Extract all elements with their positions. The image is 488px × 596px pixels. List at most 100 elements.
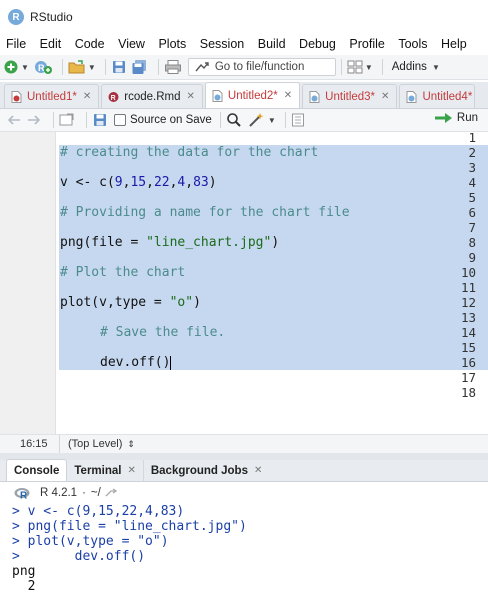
line-number: 18 — [460, 385, 476, 400]
code-number: 9 — [114, 175, 123, 190]
menu-view[interactable]: View — [118, 37, 145, 51]
save-all-button[interactable] — [131, 58, 149, 76]
save-button[interactable] — [111, 58, 127, 76]
console-output[interactable]: > v <- c(9,15,22,4,83) > png(file = "lin… — [0, 504, 488, 596]
chevron-down-icon[interactable]: ▼ — [268, 116, 276, 125]
search-icon[interactable] — [226, 112, 242, 128]
tab-untitled2[interactable]: Untitled2* ✕ — [204, 82, 301, 108]
menu-code[interactable]: Code — [75, 37, 105, 51]
menu-plots[interactable]: Plots — [158, 37, 186, 51]
code-line: # Save the file. — [100, 325, 226, 340]
magic-wand-icon[interactable] — [248, 112, 266, 128]
console-line: > plot(v,type = "o") — [12, 534, 169, 549]
line-number: 13 — [460, 310, 476, 325]
close-icon[interactable]: ✕ — [127, 465, 135, 476]
close-icon[interactable]: ✕ — [254, 465, 262, 476]
run-button[interactable]: Run — [434, 112, 478, 124]
pane-layout-button[interactable]: ▼ — [347, 58, 373, 76]
print-icon — [164, 60, 181, 74]
r-script-icon — [309, 90, 320, 103]
menu-file[interactable]: File — [6, 37, 26, 51]
code-token: dev.off() — [100, 355, 171, 370]
tab-label: Untitled2* — [227, 89, 278, 102]
line-number: 9 — [468, 250, 476, 265]
tab-console[interactable]: Console — [6, 459, 68, 481]
code-token: plot(v,type = — [60, 295, 170, 310]
code-line: png(file = "line_chart.jpg") — [60, 235, 279, 250]
print-button[interactable] — [164, 58, 182, 76]
editor-toolbar: Source on Save ▼ Run — [0, 109, 488, 132]
code-string: "o" — [169, 295, 194, 310]
code-line: # Providing a name for the chart file — [60, 205, 350, 220]
menu-session[interactable]: Session — [200, 37, 244, 51]
document-outline-icon[interactable] — [291, 113, 305, 127]
close-icon[interactable]: ✕ — [284, 90, 292, 101]
back-arrow-icon[interactable] — [6, 114, 22, 126]
pane-splitter[interactable] — [0, 453, 488, 460]
code-editor[interactable]: 1 2 3 4 5 6 7 8 9 10 11 12 13 14 15 16 1… — [0, 130, 488, 434]
go-to-arrow-icon — [195, 62, 209, 72]
addins-button[interactable]: Addins ▼ — [392, 61, 440, 73]
go-to-file-placeholder: Go to file/function — [214, 61, 305, 73]
line-number: 10 — [460, 265, 476, 280]
code-token: v <- c( — [60, 175, 115, 190]
menu-debug[interactable]: Debug — [299, 37, 336, 51]
source-on-save-label: Source on Save — [130, 114, 212, 126]
toolbar-divider — [53, 112, 54, 128]
show-in-window-icon[interactable] — [59, 113, 75, 127]
close-icon[interactable]: ✕ — [381, 91, 389, 102]
menu-tools[interactable]: Tools — [398, 37, 427, 51]
tab-untitled4[interactable]: Untitled4* — [399, 84, 476, 108]
code-number: 4 — [177, 175, 186, 190]
tab-rcode-rmd[interactable]: R rcode.Rmd ✕ — [101, 84, 203, 108]
tab-terminal[interactable]: Terminal ✕ — [67, 460, 144, 481]
line-number: 15 — [460, 340, 476, 355]
save-all-icon — [132, 60, 146, 74]
go-to-directory-icon[interactable] — [105, 488, 117, 498]
menu-profile[interactable]: Profile — [349, 37, 384, 51]
code-number: 15 — [130, 175, 147, 190]
code-string: "line_chart.jpg" — [146, 235, 272, 250]
close-icon[interactable]: ✕ — [83, 91, 91, 102]
save-icon[interactable] — [92, 112, 108, 128]
console-line: > png(file = "line_chart.jpg") — [12, 519, 247, 534]
console-header: R R 4.2.1 · ~/ — [0, 482, 488, 504]
r-version-label: R 4.2.1 — [40, 487, 78, 499]
toolbar-divider — [381, 59, 383, 75]
tab-background-jobs[interactable]: Background Jobs ✕ — [144, 460, 270, 481]
toolbar-divider — [340, 59, 342, 75]
new-file-button[interactable]: ▼ — [3, 58, 29, 76]
toolbar-divider — [61, 59, 63, 75]
go-to-file-input[interactable]: Go to file/function — [187, 58, 336, 76]
editor-status-bar: 16:15 (Top Level) ⇕ — [0, 434, 488, 454]
run-arrow-icon — [434, 113, 452, 123]
working-directory[interactable]: ~/ — [91, 487, 101, 499]
menu-bar: File Edit Code View Plots Session Build … — [0, 34, 488, 54]
code-token: ) — [193, 295, 201, 310]
tab-label: Untitled3* — [325, 90, 376, 103]
tab-untitled3[interactable]: Untitled3* ✕ — [302, 84, 398, 108]
menu-edit[interactable]: Edit — [40, 37, 62, 51]
line-number: 17 — [460, 370, 476, 385]
scope-selector[interactable]: (Top Level) ⇕ — [60, 438, 135, 450]
tab-label: rcode.Rmd — [124, 90, 181, 103]
line-number: 14 — [460, 325, 476, 340]
code-token: ) — [208, 175, 217, 190]
project-icon: R — [34, 61, 52, 74]
menu-help[interactable]: Help — [441, 37, 467, 51]
source-tab-strip: Untitled1* ✕ R rcode.Rmd ✕ Untitled2* ✕ … — [0, 82, 488, 109]
tab-untitled1[interactable]: Untitled1* ✕ — [4, 84, 100, 108]
svg-text:R: R — [20, 491, 28, 500]
new-project-button[interactable]: R — [33, 58, 53, 76]
new-file-icon — [4, 60, 18, 74]
r-logo-icon: R — [14, 488, 30, 500]
source-on-save-toggle[interactable]: Source on Save — [114, 114, 212, 126]
title-bar: R RStudio — [0, 0, 488, 34]
open-file-button[interactable]: ▼ — [68, 58, 96, 76]
code-token: ) — [271, 235, 280, 250]
console-line: > dev.off() — [12, 549, 146, 564]
source-on-save-checkbox[interactable] — [114, 114, 126, 126]
close-icon[interactable]: ✕ — [187, 91, 195, 102]
menu-build[interactable]: Build — [258, 37, 286, 51]
forward-arrow-icon[interactable] — [26, 114, 42, 126]
